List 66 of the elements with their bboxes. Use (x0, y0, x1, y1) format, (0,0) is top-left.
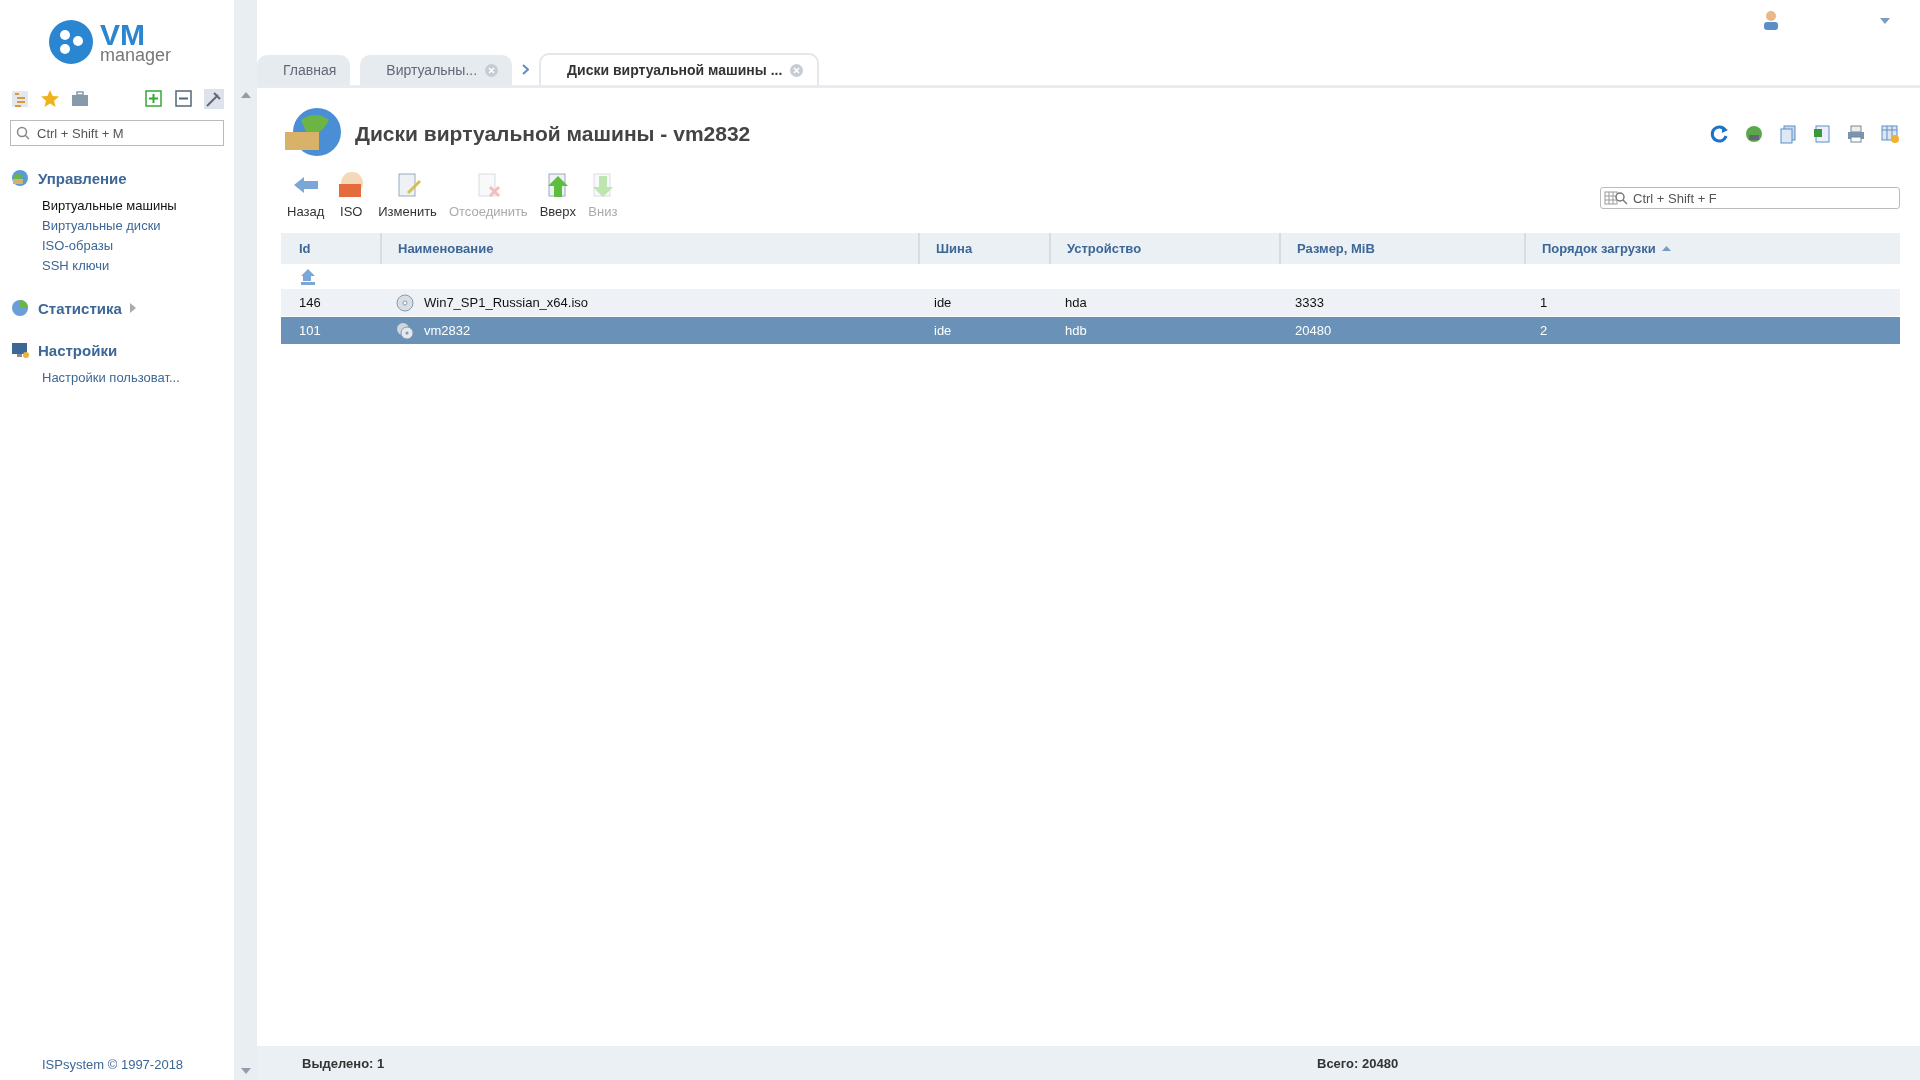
search-icon (16, 126, 30, 140)
column-header[interactable]: Порядок загрузки (1524, 233, 1900, 264)
spreadsheet-icon (1812, 124, 1832, 144)
globe-icon (10, 168, 30, 188)
table-settings-icon (1880, 124, 1900, 144)
toolbar-button[interactable]: Изменить (372, 170, 443, 219)
menu-item[interactable]: Виртуальные машины (10, 196, 224, 216)
tab[interactable]: Виртуальны... (360, 55, 513, 85)
disks-icon (396, 321, 414, 340)
expand-all-icon (144, 89, 164, 109)
refresh-icon (1710, 124, 1730, 144)
table-filter-field[interactable]: Ctrl + Shift + F (1600, 187, 1900, 209)
table-cell: 146 (281, 289, 380, 316)
print-icon (1846, 124, 1866, 144)
globe-icon (1744, 124, 1764, 144)
menu-group-title[interactable]: Статистика (38, 299, 122, 317)
menu-item[interactable]: ISO-образы (10, 236, 224, 256)
selected-count: Выделено: 1 (302, 1055, 386, 1071)
table-cell: 2 (1524, 317, 1900, 344)
column-header[interactable]: Устройство (1049, 233, 1279, 264)
close-icon[interactable] (790, 63, 804, 77)
copyright-text: ISPsystem © 1997-2018 (41, 1057, 185, 1074)
menu-item[interactable]: Настройки пользоват... (10, 368, 224, 388)
collapse-all-icon (174, 89, 194, 109)
parent-level-icon[interactable] (299, 267, 317, 286)
page-title: Диски виртуальной машины - vm2832 (355, 122, 751, 146)
close-icon[interactable] (485, 63, 499, 77)
table-cell: Win7_SP1_Russian_x64.iso (380, 289, 918, 316)
table-cell: ide (918, 289, 1049, 316)
table-cell: 20480 (1279, 317, 1524, 344)
tree-list-icon (10, 89, 30, 109)
table-cell: ide (918, 317, 1049, 344)
breadcrumb-chevron-icon (522, 64, 530, 75)
table-cell: 1 (1524, 289, 1900, 316)
menu-group-title[interactable]: Управление (38, 169, 127, 187)
menu-item[interactable]: Виртуальные диски (10, 216, 224, 236)
dropdown-caret-icon[interactable] (1880, 18, 1890, 24)
table-cell: vm2832 (380, 317, 918, 344)
column-header[interactable]: Наименование (380, 233, 918, 264)
menu-group-title[interactable]: Настройки (38, 341, 118, 359)
toolbar-button[interactable]: Вверх (533, 170, 582, 219)
table-cell: 3333 (1279, 289, 1524, 316)
briefcase-icon (70, 89, 90, 109)
star-icon (40, 89, 60, 109)
tab[interactable]: Главная (257, 55, 351, 85)
user-icon[interactable] (1762, 10, 1780, 30)
logo-icon (48, 19, 94, 65)
scroll-down-icon[interactable] (240, 1068, 251, 1074)
total-size: Всего: 20480 (1317, 1055, 1399, 1071)
copy-icon (1778, 124, 1798, 144)
scroll-up-icon[interactable] (240, 92, 251, 98)
tab[interactable]: Диски виртуальной машины ... (539, 53, 820, 85)
column-header[interactable]: Размер, MiB (1279, 233, 1524, 264)
pie-chart-icon (10, 298, 30, 318)
iso-disc-icon (396, 293, 414, 312)
monitor-gear-icon (10, 340, 30, 360)
toolbar-button[interactable]: ISO (330, 170, 373, 219)
menu-search-field[interactable]: Ctrl + Shift + M (10, 120, 224, 146)
column-header[interactable]: Id (281, 233, 380, 264)
menu-item[interactable]: SSH ключи (10, 256, 224, 276)
toolbar-button[interactable]: Назад (281, 170, 331, 219)
table-cell: hdb (1049, 317, 1279, 344)
column-header[interactable]: Шина (918, 233, 1049, 264)
table-search-icon (1604, 190, 1628, 206)
table-cell: hda (1049, 289, 1279, 316)
table-cell: 101 (281, 317, 380, 344)
